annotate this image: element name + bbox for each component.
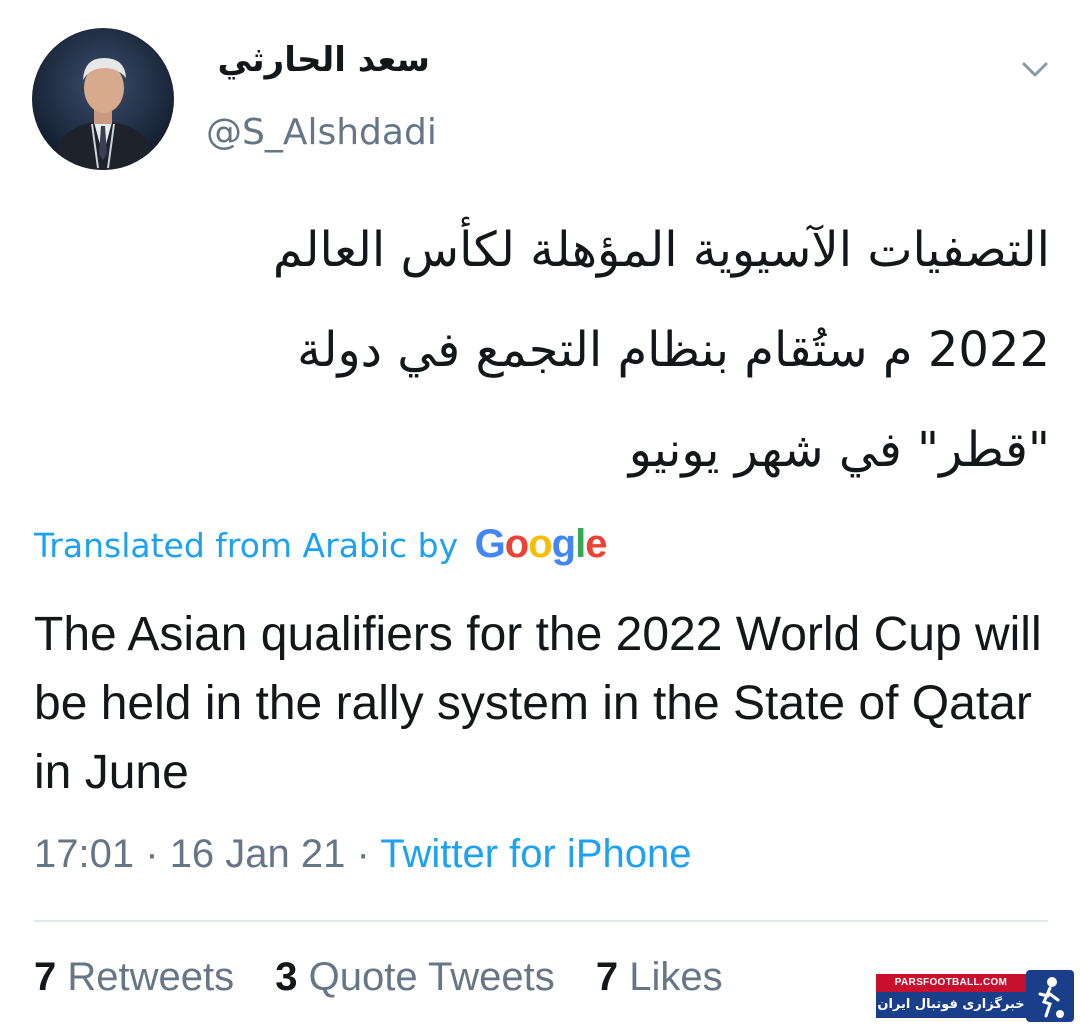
retweets-count: 7 <box>34 955 57 999</box>
meta-separator: · <box>356 832 370 876</box>
likes-stat[interactable]: 7 Likes <box>596 955 723 999</box>
retweets-stat[interactable]: 7 Retweets <box>34 955 234 999</box>
translation-link[interactable]: Translated from Arabic by Google <box>34 522 608 567</box>
meta-separator: · <box>145 832 159 876</box>
likes-count: 7 <box>595 955 619 999</box>
tweet-source-link[interactable]: Twitter for iPhone <box>380 832 691 876</box>
tweet-line: "قطر" في شهر يونيو <box>628 422 1050 478</box>
tweet-meta: 17:01 · 16 Jan 21 · Twitter for iPhone <box>34 832 691 877</box>
watermark-logo-icon <box>1026 970 1074 1022</box>
tweet-line: 2022 م ستُقام بنظام التجمع في دولة <box>297 322 1050 378</box>
tweet-time[interactable]: 17:01 <box>34 832 134 876</box>
translation-note: Translated from Arabic by <box>34 526 459 565</box>
divider <box>34 920 1048 922</box>
quotes-count: 3 <box>275 955 298 999</box>
avatar-photo <box>32 28 174 170</box>
engagement-stats: 7 Retweets 3 Quote Tweets 7 Likes <box>34 955 753 1000</box>
tweet-line: التصفيات الآسيوية المؤهلة لكأس العالم <box>272 222 1050 278</box>
user-handle[interactable]: @S_Alshdadi <box>206 112 437 153</box>
translated-text: The Asian qualifiers for the 2022 World … <box>34 608 1042 799</box>
avatar[interactable] <box>32 28 174 170</box>
watermark-site: PARSFOOTBALL.COM <box>876 974 1026 992</box>
retweets-label: Retweets <box>67 955 235 999</box>
quotes-label: Quote Tweets <box>308 955 555 999</box>
tweet-text-arabic: التصفيات الآسيوية المؤهلة لكأس العالم 20… <box>120 200 1050 500</box>
parsfootball-watermark: PARSFOOTBALL.COM خبرگزاری فوتبال ایران <box>876 970 1076 1024</box>
quote-tweets-stat[interactable]: 3 Quote Tweets <box>275 955 554 999</box>
tweet-date[interactable]: 16 Jan 21 <box>170 832 346 876</box>
chevron-down-icon[interactable] <box>1018 52 1052 86</box>
watermark-tagline: خبرگزاری فوتبال ایران <box>876 992 1026 1018</box>
likes-label: Likes <box>629 955 723 999</box>
google-logo: Google <box>474 522 608 566</box>
display-name[interactable]: سعد الحارثي <box>200 40 430 80</box>
